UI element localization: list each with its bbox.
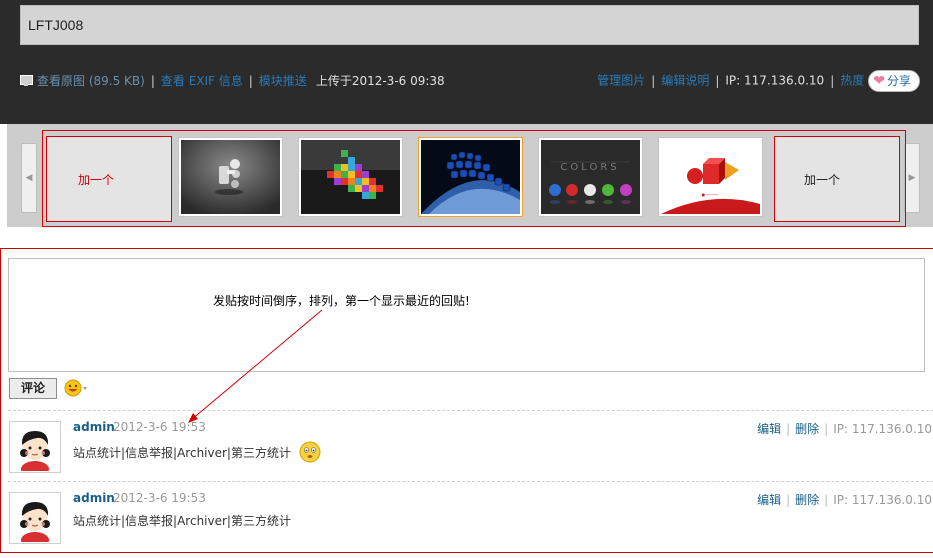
photo-info-left: 查看原图 (89.5 KB) | 查看 EXIF 信息 | 模块推送 上传于2012-3-…	[20, 72, 445, 89]
edit-description-link[interactable]: 编辑说明	[661, 74, 709, 88]
comment-submit-button[interactable]: 评论	[9, 378, 57, 399]
comment-author[interactable]: admin	[73, 420, 115, 434]
edit-comment-link[interactable]: 编辑	[757, 493, 781, 507]
chevron-right-icon[interactable]: ▶	[904, 143, 920, 213]
separator: |	[651, 73, 656, 88]
photo-title: LFTJ008	[28, 17, 84, 33]
comment-ip: IP: 117.136.0.10	[833, 493, 932, 507]
photo-header: LFTJ008 查看原图 (89.5 KB) | 查看 EXIF 信息 | 模块推送 上传…	[0, 0, 933, 124]
thumbnail-blue-barrels[interactable]	[418, 137, 523, 217]
comment-text: 站点统计|信息举报|Archiver|第三方统计	[73, 514, 291, 528]
separator: |	[824, 493, 829, 507]
hot-link[interactable]: 热度	[840, 74, 864, 88]
module-push-link[interactable]: 模块推送	[259, 74, 307, 88]
separator: |	[150, 74, 155, 88]
photo-title-bar: LFTJ008	[20, 5, 919, 45]
thumbnail-colors-spheres-image: COLORS	[541, 140, 640, 214]
comment-post: admin 2012-3-6 19:53 站点统计|信息举报|Archiver|…	[1, 411, 933, 473]
avatar[interactable]	[9, 492, 61, 544]
share-label: 分享	[886, 74, 911, 88]
photo-info-bar: 查看原图 (89.5 KB) | 查看 EXIF 信息 | 模块推送 上传于2012-3-…	[20, 70, 920, 92]
separator: |	[248, 74, 253, 88]
comment-body: 站点统计|信息举报|Archiver|第三方统计	[73, 512, 291, 529]
svg-text:● ─────: ● ─────	[702, 192, 719, 197]
heart-icon: ❤	[873, 73, 885, 89]
comment-time: 2012-3-6 19:53	[113, 420, 206, 434]
upload-time: 上传于2012-3-6 09:38	[315, 74, 445, 88]
thumbnail-colors-spheres[interactable]: COLORS	[538, 137, 643, 217]
photo-info-right: 管理图片 | 编辑说明 | IP: 117.136.0.10 | 热度 ❤ 分享	[597, 70, 920, 92]
separator: |	[715, 73, 720, 88]
chevron-left-icon[interactable]: ◀	[21, 143, 37, 213]
sort-order-annotation: 发贴按时间倒序，排列，第一个显示最近的回贴!	[213, 294, 470, 308]
thumbnail-3d-figure-image	[181, 140, 280, 214]
comment-author[interactable]: admin	[73, 491, 115, 505]
separator: |	[824, 422, 829, 436]
thumbnail-strip: ◀ ▶ 加一个 COLORS ● ───── 加一个	[7, 124, 933, 227]
avatar-image	[11, 423, 59, 471]
confused-emoji-icon	[299, 441, 321, 463]
add-left-label: 加一个	[78, 173, 115, 187]
separator: |	[830, 73, 835, 88]
thumbnail-red-cube-logo[interactable]: ● ─────	[658, 137, 763, 217]
ip-address: IP: 117.136.0.10	[725, 73, 825, 88]
thumbnail-colored-cubes-image	[301, 140, 400, 214]
manage-photo-link[interactable]: 管理图片	[597, 74, 645, 88]
comment-time: 2012-3-6 19:53	[113, 491, 206, 505]
comment-text: 站点统计|信息举报|Archiver|第三方统计	[73, 446, 291, 460]
add-right-label: 加一个	[804, 173, 841, 187]
thumbnail-colored-cubes[interactable]	[298, 137, 403, 217]
picture-icon	[20, 75, 33, 86]
thumbnail-3d-figure[interactable]	[178, 137, 283, 217]
svg-text:COLORS: COLORS	[560, 162, 619, 173]
separator: |	[786, 422, 791, 436]
delete-comment-link[interactable]: 删除	[795, 422, 819, 436]
comment-actions: 编辑 | 删除 | IP: 117.136.0.10	[757, 491, 932, 508]
comment-ip: IP: 117.136.0.10	[833, 422, 932, 436]
add-thumbnail-right[interactable]: 加一个	[774, 136, 900, 222]
comment-actions: 编辑 | 删除 | IP: 117.136.0.10	[757, 420, 932, 437]
thumbnail-blue-barrels-image	[421, 140, 520, 214]
smiley-icon[interactable]	[63, 378, 89, 398]
separator: |	[786, 493, 791, 507]
comment-post: admin 2012-3-6 19:53 站点统计|信息举报|Archiver|…	[1, 482, 933, 544]
view-exif-link[interactable]: 查看 EXIF 信息	[161, 74, 243, 88]
delete-comment-link[interactable]: 删除	[795, 493, 819, 507]
view-original-link[interactable]: 查看原图 (89.5 KB)	[37, 74, 145, 88]
share-button[interactable]: ❤ 分享	[868, 70, 920, 92]
avatar-image	[11, 494, 59, 542]
avatar[interactable]	[9, 421, 61, 473]
comment-body: 站点统计|信息举报|Archiver|第三方统计	[73, 441, 321, 463]
comment-input[interactable]: 发贴按时间倒序，排列，第一个显示最近的回贴!	[8, 258, 925, 372]
add-thumbnail-left[interactable]: 加一个	[46, 136, 172, 222]
edit-comment-link[interactable]: 编辑	[757, 422, 781, 436]
comments-section: 发贴按时间倒序，排列，第一个显示最近的回贴! 评论 admin 2012-3-6…	[0, 248, 933, 553]
thumbnail-red-cube-logo-image: ● ─────	[661, 140, 760, 214]
